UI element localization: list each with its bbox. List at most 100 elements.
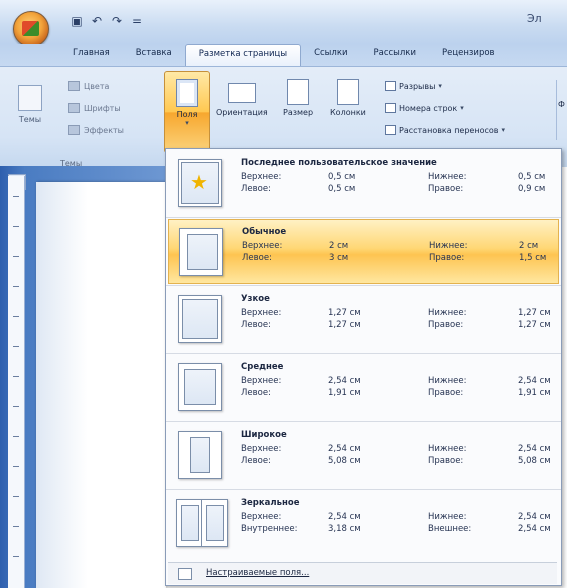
save-icon[interactable]: ▣ [70, 14, 84, 28]
hyphenation-label: Расстановка переносов [399, 125, 499, 135]
themes-button[interactable]: Темы [18, 85, 42, 124]
right-label: Правое: [428, 456, 464, 466]
inside-label: Внутреннее: [241, 524, 298, 534]
tab-home[interactable]: Главная [60, 44, 123, 66]
tab-review[interactable]: Рецензиров [429, 44, 508, 66]
left-label: Левое: [241, 388, 271, 398]
size-button[interactable]: Размер [283, 79, 313, 117]
chevron-down-icon: ▾ [185, 119, 189, 127]
redo-icon[interactable]: ↷ [110, 14, 124, 28]
breaks-button[interactable]: Разрывы ▾ [385, 81, 442, 91]
preset-title: Узкое [241, 294, 270, 304]
preset-title: Среднее [241, 362, 284, 372]
margin-preset-wide[interactable]: Широкое Верхнее: 2,54 см Нижнее: 2,54 см… [168, 423, 557, 486]
size-icon [287, 79, 309, 105]
top-label: Верхнее: [241, 444, 282, 454]
customize-qat-icon[interactable]: = [130, 14, 144, 28]
left-value: 5,08 см [328, 456, 361, 466]
vertical-ruler [8, 176, 25, 588]
breaks-icon [385, 81, 396, 91]
fonts-icon [68, 103, 80, 113]
menu-divider [166, 217, 561, 218]
inside-value: 3,18 см [328, 524, 361, 534]
margins-icon [176, 79, 198, 107]
top-label: Верхнее: [242, 241, 283, 251]
tab-mailings[interactable]: Рассылки [360, 44, 428, 66]
columns-icon [336, 79, 359, 105]
margins-button[interactable]: Поля ▾ [164, 71, 210, 153]
undo-icon[interactable]: ↶ [90, 14, 104, 28]
margin-preset-normal[interactable]: Обычное Верхнее: 2 см Нижнее: 2 см Левое… [168, 219, 559, 284]
tab-insert[interactable]: Вставка [123, 44, 185, 66]
top-label: Верхнее: [241, 512, 282, 522]
left-label: Левое: [241, 320, 271, 330]
orientation-button[interactable]: Ориентация [216, 79, 268, 117]
fonts-label: Шрифты [84, 103, 121, 113]
normal-thumbnail-icon [179, 228, 223, 276]
line-numbers-button[interactable]: Номера строк ▾ [385, 103, 464, 113]
menu-divider [166, 353, 561, 354]
ribbon-separator [556, 80, 557, 140]
left-label: Левое: [241, 184, 271, 194]
tab-page-layout[interactable]: Разметка страницы [184, 44, 302, 67]
left-value: 1,91 см [328, 388, 361, 398]
bottom-label: Нижнее: [428, 512, 467, 522]
right-label: Правое: [429, 253, 465, 263]
margin-preset-last-custom[interactable]: ★ Последнее пользовательское значение Ве… [168, 151, 557, 214]
line-numbers-icon [385, 103, 396, 113]
columns-button[interactable]: Колонки [330, 79, 366, 117]
last-custom-thumbnail-icon: ★ [178, 159, 222, 207]
bottom-label: Нижнее: [428, 172, 467, 182]
tab-references[interactable]: Ссылки [301, 44, 360, 66]
top-value: 0,5 см [328, 172, 356, 182]
custom-margins-label: Настраиваемые поля... [206, 568, 310, 578]
colors-button[interactable]: Цвета [68, 81, 109, 91]
bottom-label: Нижнее: [428, 376, 467, 386]
hyphenation-button[interactable]: Расстановка переносов ▾ [385, 125, 505, 135]
wide-thumbnail-icon [178, 431, 222, 479]
columns-label: Колонки [330, 108, 366, 117]
effects-button[interactable]: Эффекты [68, 125, 124, 135]
right-value: 1,91 см [518, 388, 551, 398]
hyphenation-icon [385, 125, 396, 135]
mirrored-thumbnail-icon [176, 499, 228, 547]
quick-access-toolbar: ▣ ↶ ↷ = [70, 12, 144, 30]
star-icon: ★ [190, 170, 208, 194]
left-value: 3 см [329, 253, 349, 263]
margin-preset-moderate[interactable]: Среднее Верхнее: 2,54 см Нижнее: 2,54 см… [168, 355, 557, 418]
office-logo-icon [22, 21, 39, 36]
colors-label: Цвета [84, 81, 110, 91]
top-value: 2,54 см [328, 444, 361, 454]
bottom-value: 2,54 см [518, 444, 551, 454]
margin-preset-mirrored[interactable]: Зеркальное Верхнее: 2,54 см Нижнее: 2,54… [168, 491, 557, 554]
size-label: Размер [283, 108, 314, 117]
bottom-value: 2,54 см [518, 512, 551, 522]
right-label: Правое: [428, 184, 464, 194]
bottom-label: Нижнее: [429, 241, 468, 251]
outside-value: 2,54 см [518, 524, 551, 534]
menu-divider [166, 285, 561, 286]
bottom-value: 0,5 см [518, 172, 546, 182]
preset-title: Обычное [242, 227, 287, 237]
bottom-value: 2 см [519, 241, 539, 251]
top-value: 2,54 см [328, 376, 361, 386]
themes-icon [18, 85, 42, 111]
top-value: 1,27 см [328, 308, 361, 318]
colors-icon [68, 81, 80, 91]
left-value: 1,27 см [328, 320, 361, 330]
office-button[interactable] [13, 11, 49, 47]
line-numbers-label: Номера строк [399, 103, 458, 113]
document-page[interactable] [36, 182, 166, 588]
top-label: Верхнее: [241, 308, 282, 318]
breaks-label: Разрывы [399, 81, 436, 91]
orientation-label: Ориентация [216, 108, 268, 117]
themes-label: Темы [18, 115, 42, 124]
margin-preset-narrow[interactable]: Узкое Верхнее: 1,27 см Нижнее: 1,27 см Л… [168, 287, 557, 350]
outside-label: Внешнее: [428, 524, 472, 534]
right-label: Правое: [428, 320, 464, 330]
right-label: Правое: [428, 388, 464, 398]
menu-divider [166, 421, 561, 422]
custom-margins-item[interactable]: Настраиваемые поля... [168, 562, 557, 584]
fonts-button[interactable]: Шрифты [68, 103, 121, 113]
top-label: Верхнее: [241, 172, 282, 182]
